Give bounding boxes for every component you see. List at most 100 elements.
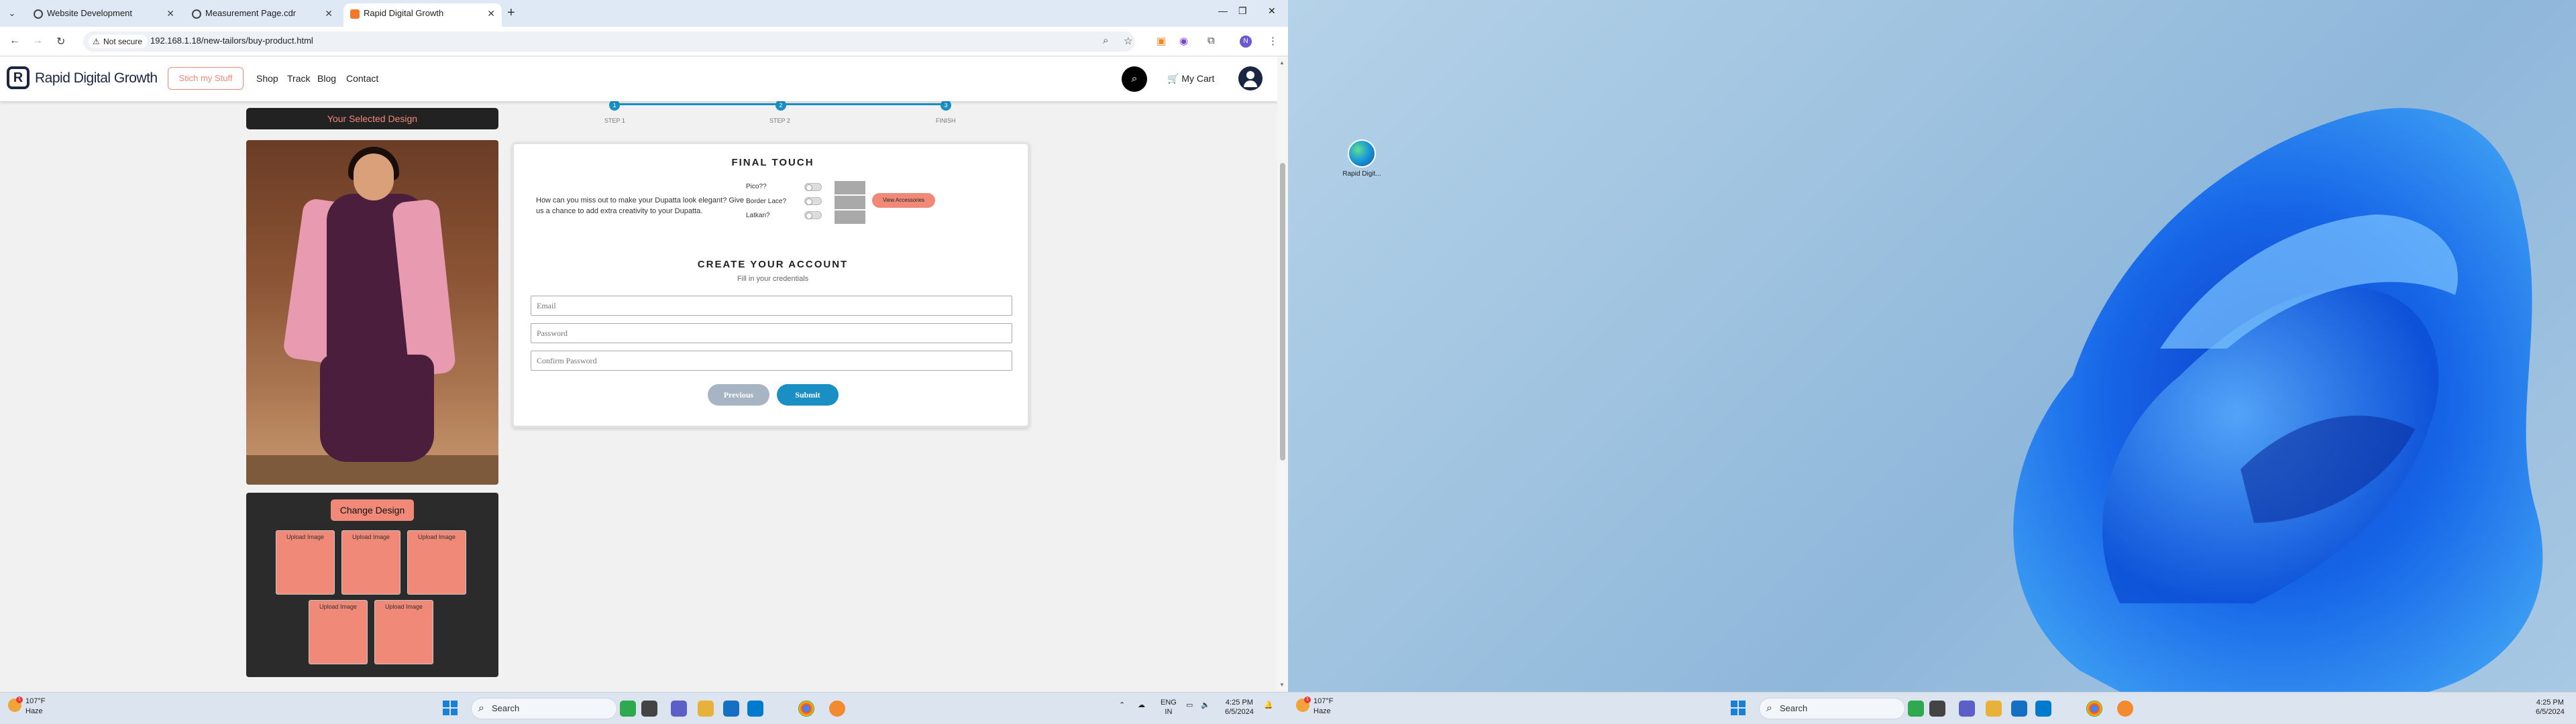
vscode-icon[interactable] <box>2035 701 2051 717</box>
extension-badge-icon[interactable]: ◉ <box>1179 35 1188 47</box>
stitch-my-stuff-button[interactable]: Stich my Stuff <box>168 67 244 90</box>
zoom-search-icon[interactable]: ⌕ <box>1103 35 1108 46</box>
tab-search-chevron-icon[interactable]: ⌄ <box>5 7 19 20</box>
nav-shop[interactable]: Shop <box>256 73 278 84</box>
taskbar-search[interactable]: Search <box>471 698 617 719</box>
pico-toggle[interactable] <box>804 183 822 191</box>
checkout-form-card: FINAL TOUCH How can you miss out to make… <box>512 142 1030 428</box>
file-explorer-icon[interactable] <box>698 701 714 717</box>
edge-browser-icon <box>1348 139 1376 168</box>
back-arrow-icon[interactable]: ← <box>9 35 20 47</box>
search-icon[interactable]: ⌕ <box>1122 66 1147 92</box>
logo-icon[interactable]: R <box>7 66 30 89</box>
upload-image-slot[interactable]: Upload Image <box>309 600 368 664</box>
chrome-icon[interactable] <box>798 701 814 717</box>
cart-button[interactable]: 🛒 My Cart <box>1167 73 1214 84</box>
upload-image-slot[interactable]: Upload Image <box>374 600 433 664</box>
forward-arrow-icon[interactable]: → <box>32 35 43 47</box>
new-tab-plus-icon[interactable]: + <box>507 5 515 21</box>
chrome-icon[interactable] <box>2086 701 2102 717</box>
upload-image-slot[interactable]: Upload Image <box>341 530 400 595</box>
page-scrollbar[interactable]: ▲ ▼ <box>1277 57 1288 690</box>
start-windows-icon[interactable] <box>443 701 458 715</box>
border-lace-swatch <box>835 196 865 209</box>
tab-website-development[interactable]: Website Development ✕ <box>27 3 181 27</box>
file-explorer-icon[interactable] <box>1986 701 2002 717</box>
teams-icon[interactable] <box>1959 701 1975 717</box>
previous-button[interactable]: Previous <box>708 384 769 406</box>
change-design-panel: Change Design Upload Image Upload Image … <box>246 493 498 677</box>
border-lace-toggle[interactable] <box>804 197 822 205</box>
cart-label: My Cart <box>1181 73 1215 84</box>
app-flame-icon[interactable] <box>2117 701 2133 717</box>
teams-icon[interactable] <box>671 701 687 717</box>
tab-rapid-digital-growth[interactable]: Rapid Digital Growth ✕ <box>343 3 502 27</box>
extensions-puzzle-icon[interactable]: ⧉ <box>1208 35 1215 46</box>
site-favicon-icon <box>350 9 360 19</box>
vscode-icon[interactable] <box>747 701 763 717</box>
weather-temp: 107°F <box>1313 697 1334 705</box>
step-finish-label: FINISH <box>936 117 956 124</box>
url-text[interactable]: 192.168.1.18/new-tailors/buy-product.htm… <box>150 36 313 46</box>
copilot-app-icon[interactable] <box>620 701 636 717</box>
weather-desc: Haze <box>1313 707 1331 715</box>
submit-button[interactable]: Submit <box>777 384 839 406</box>
bookmark-star-icon[interactable]: ☆ <box>1124 35 1132 47</box>
nav-blog[interactable]: Blog <box>317 73 336 84</box>
clock[interactable]: 4:25 PM 6/5/2024 <box>1225 698 1254 717</box>
scroll-down-icon[interactable]: ▼ <box>1279 682 1285 688</box>
profile-avatar-icon[interactable]: N <box>1240 36 1252 48</box>
extension-icon[interactable]: ▣ <box>1157 35 1166 47</box>
desktop-shortcut[interactable]: Rapid Digit... <box>1342 139 1382 178</box>
weather-desc: Haze <box>25 707 43 715</box>
store-icon[interactable] <box>2011 701 2027 717</box>
close-window-icon[interactable]: ✕ <box>1268 5 1276 17</box>
close-tab-icon[interactable]: ✕ <box>487 3 495 23</box>
option-border-lace-label: Border Lace? <box>746 198 787 205</box>
file-app-icon[interactable] <box>641 701 657 717</box>
volume-icon[interactable]: 🔈 <box>1201 701 1210 710</box>
file-app-icon[interactable] <box>1929 701 1945 717</box>
nav-track[interactable]: Track <box>287 73 310 84</box>
globe-icon <box>34 9 43 19</box>
taskbar-search[interactable]: Search <box>1759 698 1905 719</box>
minimize-icon[interactable]: — <box>1218 5 1228 16</box>
store-icon[interactable] <box>723 701 739 717</box>
scroll-thumb[interactable] <box>1280 163 1285 461</box>
tab-measurement-page[interactable]: Measurement Page.cdr ✕ <box>185 3 339 27</box>
email-field[interactable]: Email <box>531 296 1012 316</box>
start-windows-icon[interactable] <box>1731 701 1746 715</box>
confirm-password-field[interactable]: Confirm Password <box>531 351 1012 371</box>
language-indicator[interactable]: ENG IN <box>1161 698 1177 717</box>
address-bar[interactable]: Not secure 192.168.1.18/new-tailors/buy-… <box>83 32 1135 52</box>
not-secure-badge[interactable]: Not secure <box>89 35 148 48</box>
change-design-button[interactable]: Change Design <box>331 499 414 521</box>
app-flame-icon[interactable] <box>829 701 845 717</box>
network-icon[interactable]: ▭ <box>1186 701 1193 710</box>
copilot-app-icon[interactable] <box>1908 701 1924 717</box>
upload-image-slot[interactable]: Upload Image <box>276 530 335 595</box>
close-tab-icon[interactable]: ✕ <box>325 3 333 23</box>
clock[interactable]: 4:25 PM 6/5/2024 <box>2536 698 2565 717</box>
user-account-icon[interactable] <box>1238 66 1263 90</box>
nav-contact[interactable]: Contact <box>346 73 378 84</box>
notification-bell-icon[interactable]: 🔔 <box>1264 701 1273 710</box>
latkan-toggle[interactable] <box>804 211 822 219</box>
lang-top: ENG <box>1161 699 1177 707</box>
weather-widget[interactable]: 1 107°F Haze <box>8 697 45 717</box>
latkan-swatch <box>835 210 865 224</box>
browser-toolbar: ← → ↻ Not secure 192.168.1.18/new-tailor… <box>0 27 1288 56</box>
upload-image-slot[interactable]: Upload Image <box>407 530 466 595</box>
view-accessories-button[interactable]: View Accessories <box>872 193 935 208</box>
restore-icon[interactable]: ❐ <box>1238 5 1247 17</box>
logo-text[interactable]: Rapid Digital Growth <box>35 70 158 86</box>
tray-chevron-icon[interactable]: ⌃ <box>1119 701 1125 710</box>
scroll-up-icon[interactable]: ▲ <box>1279 60 1285 66</box>
close-tab-icon[interactable]: ✕ <box>166 3 174 23</box>
weather-widget[interactable]: 1 107°F Haze <box>1296 697 1333 717</box>
step-2-dot: 2 <box>775 100 786 111</box>
browser-menu-icon[interactable]: ⋮ <box>1268 35 1278 47</box>
password-field[interactable]: Password <box>531 323 1012 343</box>
reload-icon[interactable]: ↻ <box>56 35 65 48</box>
onedrive-icon[interactable]: ☁ <box>1138 701 1145 710</box>
